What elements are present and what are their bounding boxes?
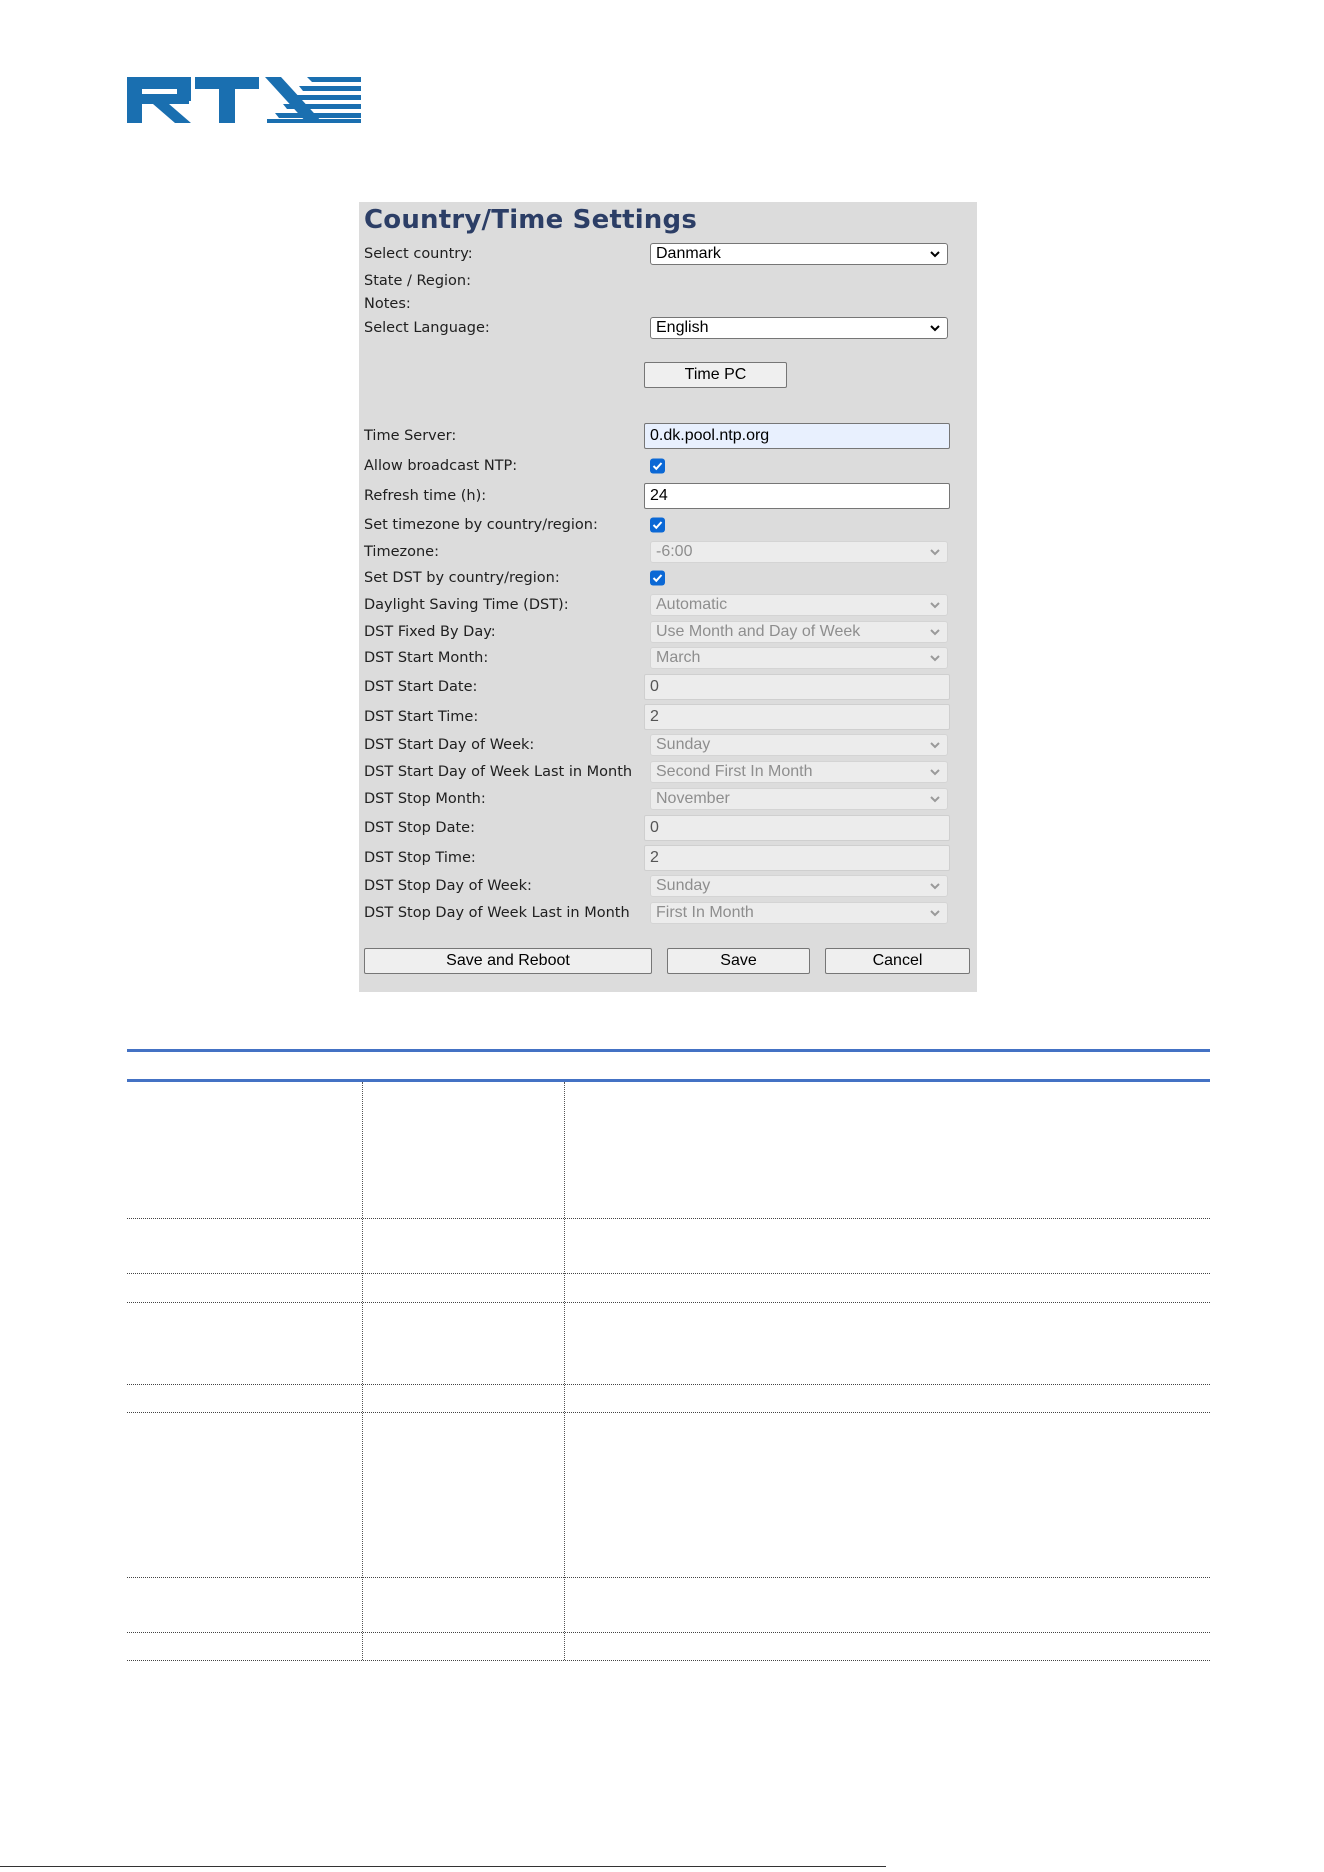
save-button[interactable]: Save <box>667 948 810 974</box>
set-timezone-label: Set timezone by country/region: <box>364 517 598 533</box>
checkmark-icon <box>652 574 663 583</box>
chevron-down-icon <box>930 251 940 258</box>
dst-stop-dow-select-value: Sunday <box>656 877 711 894</box>
chevron-down-icon <box>930 796 940 803</box>
table-row-divider <box>127 1273 1210 1274</box>
dst-stop-time-label: DST Stop Time: <box>364 850 476 866</box>
dst-stop-dow-select[interactable]: Sunday <box>650 875 948 897</box>
dst-mode-label: Daylight Saving Time (DST): <box>364 597 569 613</box>
table-row-divider <box>127 1412 1210 1413</box>
dst-start-date-label: DST Start Date: <box>364 679 478 695</box>
dst-stop-dow-last-label: DST Stop Day of Week Last in Month <box>364 905 630 921</box>
dst-start-month-select[interactable]: March <box>650 647 948 669</box>
table-row-divider <box>127 1632 1210 1633</box>
dst-stop-month-select[interactable]: November <box>650 788 948 810</box>
table-row-divider <box>127 1577 1210 1578</box>
allow-broadcast-ntp-checkbox[interactable] <box>650 458 665 474</box>
footer-line <box>0 1866 886 1867</box>
set-dst-checkbox[interactable] <box>650 570 665 586</box>
table-row-divider <box>127 1218 1210 1219</box>
state-region-label: State / Region: <box>364 273 472 289</box>
country-select[interactable]: Danmark <box>650 243 948 265</box>
timezone-select-value: -6:00 <box>656 543 693 560</box>
dst-mode-select[interactable]: Automatic <box>650 594 948 616</box>
select-country-label: Select country: <box>364 246 473 262</box>
country-select-value: Danmark <box>656 245 721 262</box>
country-time-settings-panel: Country/Time Settings Select country: Da… <box>359 202 977 992</box>
chevron-down-icon <box>930 655 940 662</box>
panel-title: Country/Time Settings <box>364 205 698 235</box>
table-row-divider <box>127 1660 1210 1661</box>
select-language-label: Select Language: <box>364 320 490 336</box>
checkmark-icon <box>652 462 663 471</box>
save-and-reboot-button[interactable]: Save and Reboot <box>364 948 652 974</box>
table-row-divider <box>127 1302 1210 1303</box>
dst-start-time-input[interactable]: 2 <box>644 704 950 730</box>
chevron-down-icon <box>930 769 940 776</box>
rtx-logo <box>127 77 361 123</box>
table-row-divider <box>127 1384 1210 1385</box>
chevron-down-icon <box>930 549 940 556</box>
dst-start-dow-last-select[interactable]: Second First In Month <box>650 761 948 783</box>
dst-stop-dow-last-select-value: First In Month <box>656 904 754 921</box>
refresh-time-input[interactable]: 24 <box>644 483 950 509</box>
dst-start-month-select-value: March <box>656 649 701 666</box>
cancel-button[interactable]: Cancel <box>825 948 970 974</box>
set-timezone-checkbox[interactable] <box>650 517 665 533</box>
checkmark-icon <box>652 521 663 530</box>
time-server-input[interactable]: 0.dk.pool.ntp.org <box>644 423 950 449</box>
dst-stop-time-input[interactable]: 2 <box>644 845 950 871</box>
table-top-rule <box>127 1049 1210 1052</box>
chevron-down-icon <box>930 883 940 890</box>
dst-start-dow-label: DST Start Day of Week: <box>364 737 535 753</box>
dst-stop-date-label: DST Stop Date: <box>364 820 475 836</box>
language-select-value: English <box>656 319 709 336</box>
timezone-label: Timezone: <box>364 544 439 560</box>
dst-start-dow-last-select-value: Second First In Month <box>656 763 813 780</box>
dst-fixed-by-day-label: DST Fixed By Day: <box>364 624 496 640</box>
table-column-divider <box>362 1082 363 1660</box>
dst-mode-select-value: Automatic <box>656 596 728 613</box>
dst-start-dow-select-value: Sunday <box>656 736 711 753</box>
chevron-down-icon <box>930 742 940 749</box>
dst-fixed-by-day-select[interactable]: Use Month and Day of Week <box>650 621 948 643</box>
timezone-select[interactable]: -6:00 <box>650 541 948 563</box>
time-pc-button[interactable]: Time PC <box>644 362 787 388</box>
chevron-down-icon <box>930 325 940 332</box>
dst-start-time-label: DST Start Time: <box>364 709 479 725</box>
chevron-down-icon <box>930 629 940 636</box>
language-select[interactable]: English <box>650 317 948 339</box>
set-dst-label: Set DST by country/region: <box>364 570 560 586</box>
dst-fixed-by-day-select-value: Use Month and Day of Week <box>656 623 861 640</box>
notes-label: Notes: <box>364 296 411 312</box>
dst-stop-month-select-value: November <box>656 790 730 807</box>
refresh-time-label: Refresh time (h): <box>364 488 487 504</box>
chevron-down-icon <box>930 910 940 917</box>
dst-stop-date-input[interactable]: 0 <box>644 815 950 841</box>
time-server-label: Time Server: <box>364 428 457 444</box>
dst-start-month-label: DST Start Month: <box>364 650 489 666</box>
chevron-down-icon <box>930 602 940 609</box>
allow-broadcast-ntp-label: Allow broadcast NTP: <box>364 458 518 474</box>
dst-start-dow-last-label: DST Start Day of Week Last in Month <box>364 764 633 780</box>
dst-start-dow-select[interactable]: Sunday <box>650 734 948 756</box>
table-header-rule <box>127 1079 1210 1082</box>
dst-stop-month-label: DST Stop Month: <box>364 791 486 807</box>
dst-start-date-input[interactable]: 0 <box>644 674 950 700</box>
dst-stop-dow-last-select[interactable]: First In Month <box>650 902 948 924</box>
dst-stop-dow-label: DST Stop Day of Week: <box>364 878 532 894</box>
table-column-divider <box>564 1082 565 1660</box>
